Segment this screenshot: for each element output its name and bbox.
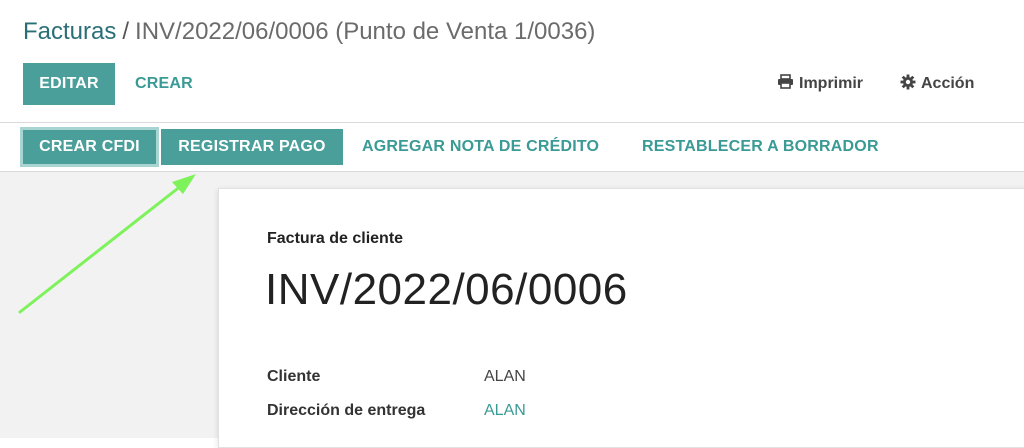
customer-value[interactable]: ALAN [484,368,526,386]
edit-button[interactable]: EDITAR [23,63,115,105]
reset-to-draft-button[interactable]: RESTABLECER A BORRADOR [642,129,879,165]
create-button[interactable]: CREAR [135,63,193,105]
breadcrumb: Facturas / INV/2022/06/0006 (Punto de Vent… [23,16,595,48]
statusbar: CREAR CFDI REGISTRAR PAGO AGREGAR NOTA D… [0,122,1024,172]
breadcrumb-current: INV/2022/06/0006 (Punto de Venta 1/0036) [135,18,596,45]
action-dropdown[interactable]: Acción [900,63,974,105]
control-panel: Facturas / INV/2022/06/0006 (Punto de Vent… [0,0,1024,122]
delivery-address-label: Dirección de entrega [267,402,426,419]
invoice-number-title: INV/2022/06/0006 [265,265,628,314]
print-dropdown[interactable]: Imprimir [777,63,863,105]
breadcrumb-separator: / [122,18,130,45]
add-credit-note-button[interactable]: AGREGAR NOTA DE CRÉDITO [362,129,599,165]
print-label: Imprimir [799,75,864,92]
create-cfdi-button[interactable]: CREAR CFDI [20,127,159,167]
breadcrumb-invoices-link[interactable]: Facturas [23,18,116,45]
invoice-sheet: Factura de cliente INV/2022/06/0006 Clie… [218,188,1024,448]
customer-label: Cliente [267,368,321,385]
gear-icon [900,74,921,95]
action-label: Acción [921,75,975,92]
register-payment-button[interactable]: REGISTRAR PAGO [161,129,343,165]
printer-icon [777,74,799,94]
document-type: Factura de cliente [267,230,404,247]
delivery-address-link[interactable]: ALAN [484,402,526,420]
